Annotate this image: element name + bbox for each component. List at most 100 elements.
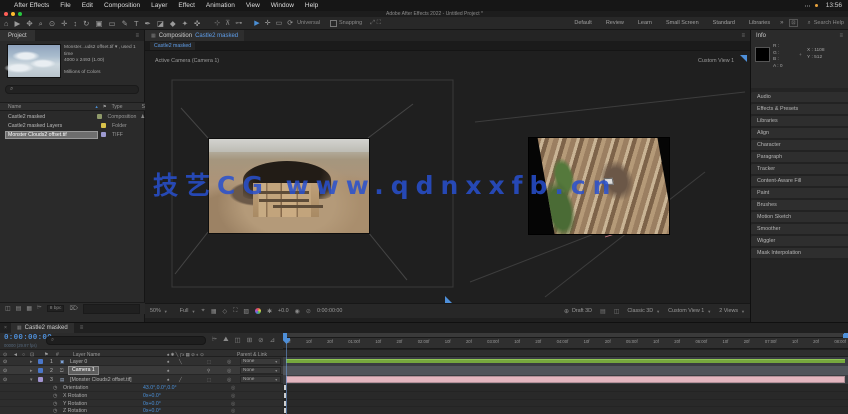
tool-icon[interactable]: ✎ — [122, 17, 128, 30]
time-ruler[interactable]: 0f10f20f01:00f10f20f02:00f10f20f03:00f10… — [283, 338, 848, 349]
show-snapshot-icon[interactable]: ⊘ — [306, 308, 311, 315]
exposure-gear-icon[interactable]: ✱ — [267, 308, 272, 315]
info-panel-header[interactable]: Info ≡ — [751, 30, 848, 41]
position-gizmo-icon[interactable]: ✛ — [265, 19, 271, 27]
shy-switch-icon[interactable]: ♠ — [167, 366, 169, 375]
renderer-dropdown[interactable]: Classic 3D▼ — [627, 308, 660, 314]
ground-plane-icon[interactable]: ▤ — [600, 308, 606, 315]
search-help-field[interactable]: ⌕ Search Help — [808, 20, 844, 27]
new-composition-icon[interactable]: ▦ — [26, 305, 32, 312]
stopwatch-icon[interactable]: ◷ — [53, 401, 57, 407]
transparency-grid-icon[interactable]: ▨ — [243, 308, 249, 315]
magnification-dropdown[interactable]: 50%▼ — [150, 308, 168, 314]
panel-menu-icon[interactable]: ≡ — [135, 33, 139, 39]
panel-menu-icon[interactable]: ≡ — [80, 325, 84, 331]
property-track[interactable] — [283, 400, 848, 408]
zoom-about-icons[interactable]: ⤢ ⛶ — [370, 20, 381, 27]
property-track[interactable] — [283, 392, 848, 400]
menu-item[interactable]: Help — [305, 2, 318, 9]
trash-icon[interactable]: ⌦ — [69, 305, 77, 312]
project-item-row[interactable]: Castle2 masked Layers Folder — [0, 121, 145, 130]
tool-icon[interactable]: ⊙ — [49, 17, 55, 30]
label-swatch[interactable] — [97, 114, 102, 119]
project-column-headers[interactable]: Name ▲ ⚑ Type S — [0, 102, 145, 111]
project-tab[interactable]: Project — [0, 30, 35, 41]
label-swatch[interactable] — [101, 123, 106, 128]
expand-arrow-icon[interactable]: ▸ — [30, 366, 33, 375]
timeline-search-field[interactable]: ⌕ — [46, 336, 206, 345]
pickwhip-icon[interactable]: ◎ — [227, 357, 231, 366]
property-gear-icon[interactable]: ◎ — [231, 408, 235, 414]
tool-icon[interactable]: ⌕ — [39, 17, 43, 30]
layer-row[interactable]: ⊙ ▾ 3 ▤ [Monster Clouds2 offset.tif] ♠ ╱… — [0, 375, 848, 384]
menu-item[interactable]: Window — [271, 2, 294, 9]
collapsed-panel-tab[interactable]: Paragraph — [751, 152, 848, 164]
layer-row-selected[interactable]: ⊙ ▸ 2 ⏍ Camera 1 ♠ ⚲ ◎ None▼ — [0, 366, 848, 375]
snapshot-camera-icon[interactable]: ◉ — [295, 308, 300, 315]
workspace-bar-icon[interactable]: ⊡ — [789, 19, 797, 27]
layer-bar-pink[interactable] — [286, 376, 845, 383]
gizmo-tool-icon[interactable]: ⊶ — [235, 19, 242, 27]
current-time-display[interactable]: 0:00:00:00 — [4, 334, 52, 342]
quality-switch-icon[interactable]: ╱ — [179, 375, 182, 384]
menu-item[interactable]: File — [60, 2, 70, 9]
shy-switch-icon[interactable]: ♠ — [167, 375, 169, 384]
frame-blending-icon[interactable]: ⊞ — [247, 336, 252, 344]
tool-icon[interactable]: ◪ — [157, 17, 164, 30]
menu-item[interactable]: Layer — [151, 2, 167, 9]
parent-dropdown[interactable]: None▼ — [240, 367, 281, 374]
workspace-overflow-button[interactable]: » — [780, 20, 783, 26]
timeline-zoom-handle[interactable] — [843, 334, 847, 338]
panel-menu-icon[interactable]: ≡ — [839, 33, 843, 39]
property-gear-icon[interactable]: ◎ — [231, 401, 235, 407]
timeline-tab[interactable]: ▦ Castle2 masked — [11, 323, 74, 333]
preview-time[interactable]: 0:00:00:00 — [317, 308, 342, 314]
tool-icon[interactable]: ⌂ — [4, 17, 9, 30]
quality-switch-icon[interactable]: ╲ — [179, 357, 182, 366]
interpret-footage-icon[interactable]: ◫ — [5, 305, 11, 312]
shy-layers-icon[interactable]: ◫ — [235, 336, 241, 344]
tool-icon[interactable]: ✦ — [182, 17, 188, 30]
tool-icon[interactable]: ✒ — [145, 17, 151, 30]
mask-visibility-icon[interactable]: ◇ — [222, 308, 227, 315]
axis-mode-dropdown[interactable]: Universal — [297, 20, 320, 26]
graph-editor-icon[interactable]: ⊿ — [270, 336, 275, 344]
stopwatch-icon[interactable]: ◷ — [53, 408, 57, 414]
camera-switch-icon[interactable]: ⚲ — [207, 366, 210, 375]
collapsed-panel-tab[interactable]: Wiggler — [751, 236, 848, 248]
eye-icon[interactable]: ⊙ — [3, 375, 7, 384]
parent-dropdown[interactable]: None▼ — [240, 376, 281, 383]
close-tab-icon[interactable]: × — [4, 325, 7, 331]
pickwhip-icon[interactable]: ◎ — [227, 366, 231, 375]
layer-track-selected[interactable] — [283, 366, 848, 375]
property-gear-icon[interactable]: ◎ — [231, 393, 235, 399]
property-value[interactable]: 0x+0.0° — [143, 408, 161, 414]
shy-switch-icon[interactable]: ♠ — [167, 357, 169, 366]
collapsed-panel-tab[interactable]: Align — [751, 128, 848, 140]
property-value[interactable]: 0x+0.0° — [143, 401, 161, 407]
rotate-gizmo-icon[interactable]: ⟳ — [287, 19, 293, 27]
menu-item[interactable]: Animation — [206, 2, 235, 9]
3d-layer-switch-icon[interactable]: ⬚ — [207, 357, 211, 366]
draft-3d-toggle[interactable]: ⊕Draft 3D — [564, 308, 592, 315]
project-item-row[interactable]: Castle2 masked Composition ♟ — [0, 112, 145, 121]
color-management-icon[interactable] — [255, 308, 261, 314]
3d-layer-switch-icon[interactable]: ⬚ — [207, 375, 211, 384]
grid-guides-icon[interactable]: ▦ — [211, 308, 217, 315]
menu-item[interactable]: After Effects — [14, 2, 49, 9]
workspace-tab[interactable]: Learn — [638, 20, 652, 26]
collapsed-panel-tab[interactable]: Content-Aware Fill — [751, 176, 848, 188]
property-track[interactable] — [283, 407, 848, 414]
tool-icon[interactable]: ↕ — [73, 17, 77, 30]
layer-name[interactable]: [Monster Clouds2 offset.tif] — [70, 375, 132, 384]
eye-icon[interactable]: ⊙ — [3, 357, 7, 366]
gizmo-tool-icon[interactable]: ⊹ — [214, 19, 220, 27]
stopwatch-icon[interactable]: ◷ — [53, 393, 57, 399]
collapsed-panel-tab[interactable]: Mask Interpolation — [751, 248, 848, 260]
collapsed-panel-tab[interactable]: Libraries — [751, 116, 848, 128]
menu-item[interactable]: Composition — [104, 2, 140, 9]
layer-track[interactable] — [283, 357, 848, 366]
close-window-button[interactable] — [4, 12, 8, 16]
region-of-interest-icon[interactable]: ⛶ — [233, 308, 237, 315]
menu-item[interactable]: View — [246, 2, 260, 9]
